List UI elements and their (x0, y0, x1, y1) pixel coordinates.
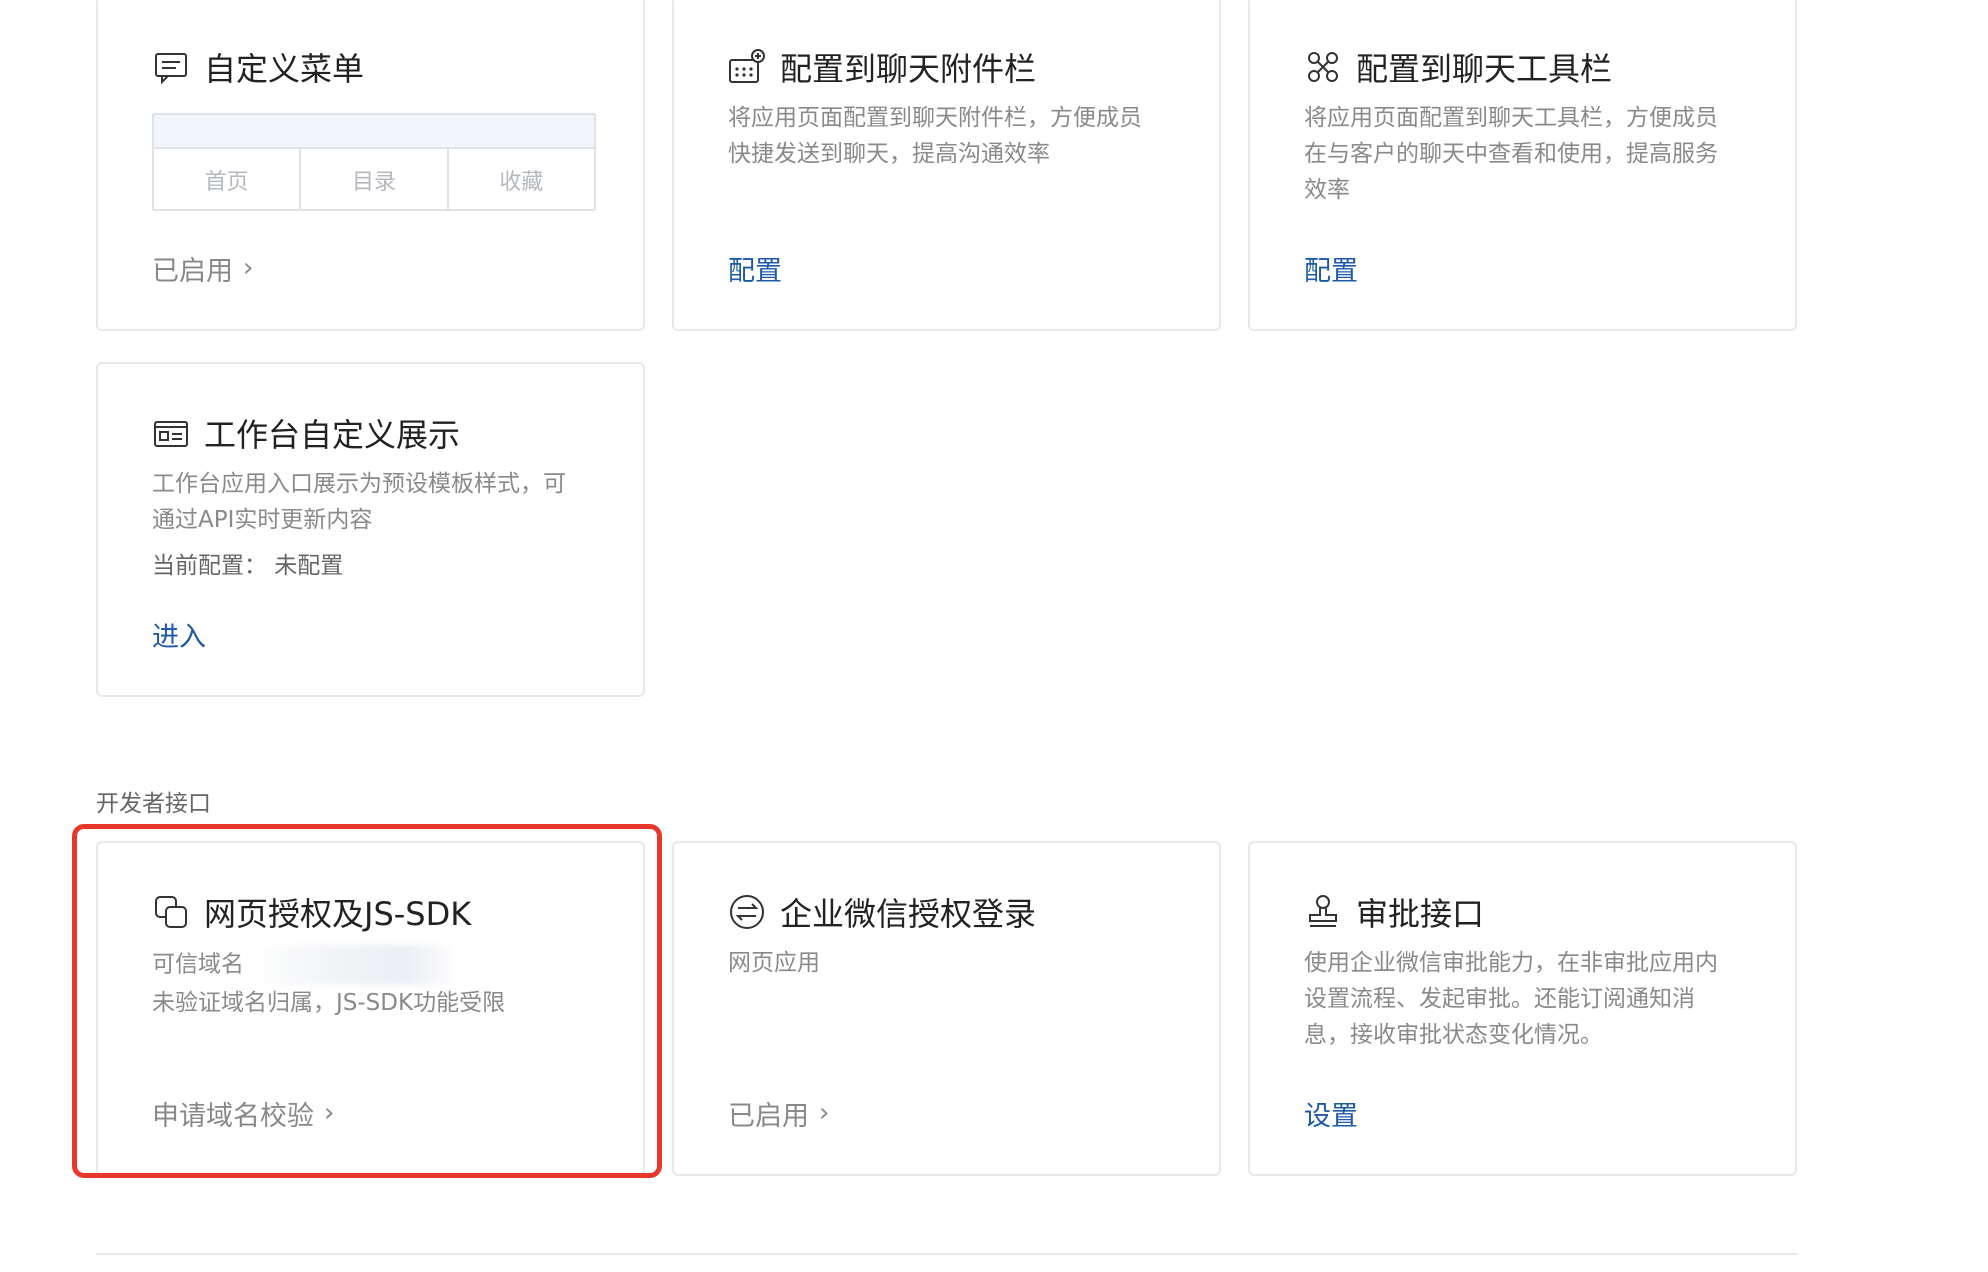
action-label: 已启用 (728, 1101, 809, 1132)
menu-preview: 首页 目录 收藏 (152, 113, 596, 211)
desc-line: 在与客户的聊天中查看和使用，提高服务 (1304, 141, 1718, 167)
card-title-row: 配置到聊天附件栏 (728, 44, 1036, 90)
configure-link[interactable]: 配置 (1304, 249, 1358, 288)
toolbar-cross-icon (1304, 48, 1342, 86)
card-title: 配置到聊天工具栏 (1356, 50, 1613, 88)
card-description: 工作台应用入口展示为预设模板样式，可 通过API实时更新内容 当前配置： 未配置 (152, 466, 602, 584)
desc-line: 可信域名 (152, 945, 602, 985)
card-title-row: 网页授权及JS-SDK (152, 889, 471, 935)
section-label-developer-api: 开发者接口 (96, 791, 211, 817)
apply-domain-verification-link[interactable]: 申请域名校验 › (152, 1094, 334, 1133)
redacted-domain (262, 945, 452, 985)
card-title: 自定义菜单 (204, 50, 365, 88)
action-label: 配置 (728, 256, 782, 287)
card-description: 使用企业微信审批能力，在非审批应用内 设置流程、发起审批。还能订阅通知消 息，接… (1304, 945, 1754, 1053)
desc-line: 效率 (1304, 177, 1350, 203)
card-description: 可信域名 未验证域名归属，JS-SDK功能受限 (152, 945, 602, 1021)
chevron-right-icon: › (819, 1097, 830, 1128)
desc-line: 工作台应用入口展示为预设模板样式，可 (152, 471, 566, 497)
exchange-circle-icon (728, 893, 766, 931)
action-label: 已启用 (152, 256, 233, 287)
card-title: 配置到聊天附件栏 (780, 50, 1037, 88)
card-chat-attachment: 配置到聊天附件栏 将应用页面配置到聊天附件栏，方便成员 快捷发送到聊天，提高沟通… (672, 0, 1221, 331)
desc-line: 通过API实时更新内容 (152, 507, 373, 533)
desc-line: 将应用页面配置到聊天附件栏，方便成员 (728, 105, 1142, 131)
settings-link[interactable]: 设置 (1304, 1094, 1358, 1133)
card-title: 工作台自定义展示 (204, 416, 461, 454)
action-label: 配置 (1304, 256, 1358, 287)
card-description: 将应用页面配置到聊天工具栏，方便成员 在与客户的聊天中查看和使用，提高服务 效率 (1304, 100, 1754, 208)
enabled-link[interactable]: 已启用 › (152, 249, 253, 288)
card-title: 审批接口 (1356, 895, 1485, 933)
action-label: 进入 (152, 622, 206, 653)
menu-preview-item: 首页 (154, 149, 302, 211)
menu-preview-items: 首页 目录 收藏 (154, 149, 594, 211)
chevron-right-icon: › (243, 252, 254, 283)
attachment-grid-plus-icon (728, 48, 766, 86)
action-label: 申请域名校验 (152, 1101, 314, 1132)
menu-preview-item: 收藏 (499, 170, 544, 195)
card-title-row: 自定义菜单 (152, 44, 364, 90)
card-web-auth-jssdk: 网页授权及JS-SDK 可信域名 未验证域名归属，JS-SDK功能受限 申请域名… (96, 841, 645, 1176)
card-description: 将应用页面配置到聊天附件栏，方便成员 快捷发送到聊天，提高沟通效率 (728, 100, 1178, 172)
chat-menu-icon (152, 48, 190, 86)
card-wecom-auth-login: 企业微信授权登录 网页应用 已启用 › (672, 841, 1221, 1176)
action-label: 设置 (1304, 1101, 1358, 1132)
divider (96, 1253, 1798, 1255)
desc-line: 设置流程、发起审批。还能订阅通知消 (1304, 986, 1695, 1012)
copy-squares-icon (152, 893, 190, 931)
configure-link[interactable]: 配置 (728, 249, 782, 288)
desc-line: 快捷发送到聊天，提高沟通效率 (728, 141, 1050, 167)
card-workbench-display: 工作台自定义展示 工作台应用入口展示为预设模板样式，可 通过API实时更新内容 … (96, 362, 645, 697)
id-card-icon (152, 414, 190, 452)
card-title: 企业微信授权登录 (780, 895, 1037, 933)
trusted-domain-label: 可信域名 (152, 951, 244, 978)
stamp-icon (1304, 893, 1342, 931)
chevron-right-icon: › (324, 1097, 335, 1128)
card-chat-toolbar: 配置到聊天工具栏 将应用页面配置到聊天工具栏，方便成员 在与客户的聊天中查看和使… (1248, 0, 1797, 331)
desc-line: 将应用页面配置到聊天工具栏，方便成员 (1304, 105, 1718, 131)
desc-line: 网页应用 (728, 950, 820, 976)
current-config-text: 当前配置： 未配置 (152, 553, 344, 579)
card-title: 网页授权及JS-SDK (204, 895, 472, 933)
desc-line: 未验证域名归属，JS-SDK功能受限 (152, 990, 506, 1016)
card-custom-menu: 自定义菜单 首页 目录 收藏 已启用 › (96, 0, 645, 331)
card-title-row: 企业微信授权登录 (728, 889, 1036, 935)
desc-line: 息，接收审批状态变化情况。 (1304, 1022, 1603, 1048)
menu-preview-header (154, 115, 594, 149)
card-title-row: 工作台自定义展示 (152, 410, 460, 456)
app-config-page: 自定义菜单 首页 目录 收藏 已启用 › 配置到聊天附件栏 将应用页面配置到聊天… (0, 0, 1988, 1272)
menu-preview-item: 目录 (301, 149, 449, 211)
card-description: 网页应用 (728, 945, 1178, 981)
card-title-row: 配置到聊天工具栏 (1304, 44, 1612, 90)
enter-link[interactable]: 进入 (152, 615, 206, 654)
card-approval-api: 审批接口 使用企业微信审批能力，在非审批应用内 设置流程、发起审批。还能订阅通知… (1248, 841, 1797, 1176)
desc-line: 使用企业微信审批能力，在非审批应用内 (1304, 950, 1718, 976)
card-title-row: 审批接口 (1304, 889, 1484, 935)
enabled-link[interactable]: 已启用 › (728, 1094, 829, 1133)
